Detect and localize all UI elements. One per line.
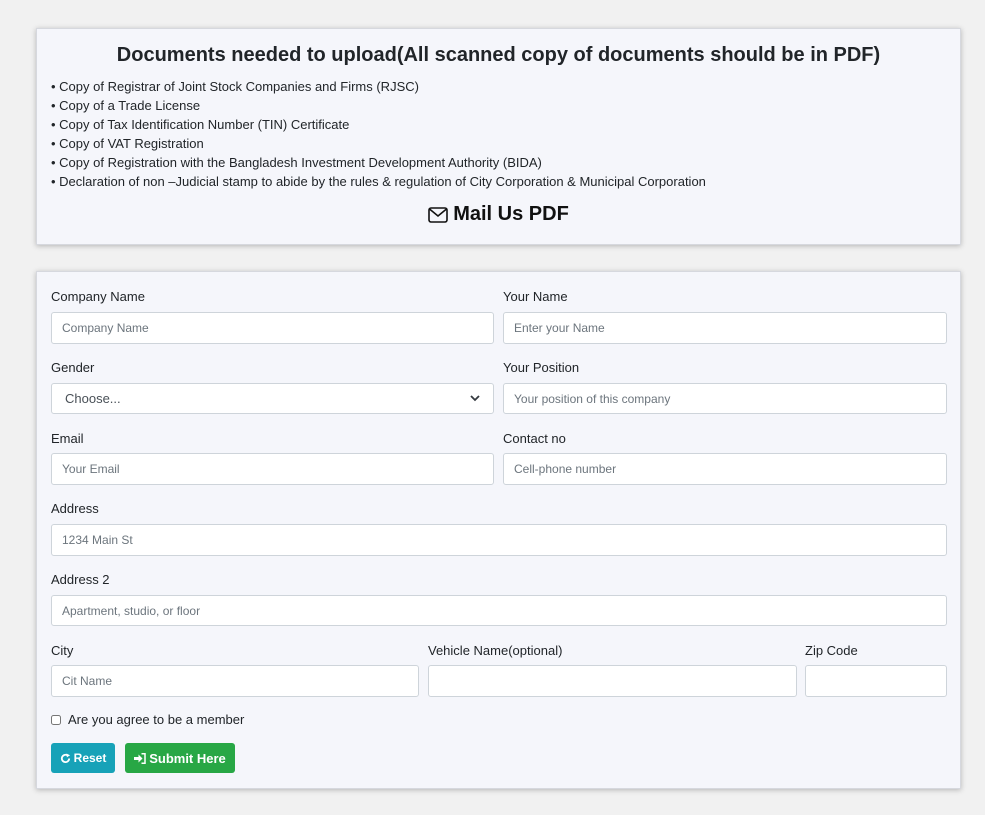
zip-input[interactable] <box>805 665 947 697</box>
sign-in-icon <box>134 752 146 764</box>
email-label: Email <box>51 431 84 446</box>
address2-input[interactable] <box>51 595 947 626</box>
address-input[interactable] <box>51 524 947 556</box>
vehicle-input[interactable] <box>428 665 797 697</box>
submit-label: Submit Here <box>149 750 226 766</box>
documents-card: Documents needed to upload(All scanned c… <box>36 28 961 245</box>
chevron-down-icon <box>470 395 480 402</box>
contact-label: Contact no <box>503 431 566 446</box>
position-label: Your Position <box>503 360 580 375</box>
address-label: Address <box>51 501 99 516</box>
documents-list: Copy of Registrar of Joint Stock Compani… <box>51 77 946 191</box>
vehicle-label: Vehicle Name(optional) <box>428 643 563 658</box>
city-label: City <box>51 643 74 658</box>
refresh-icon <box>60 752 70 763</box>
email-input[interactable] <box>51 453 494 485</box>
documents-title: Documents needed to upload(All scanned c… <box>116 44 881 66</box>
member-checkbox-row[interactable]: Are you agree to be a member <box>51 712 244 727</box>
document-item: Copy of Tax Identification Number (TIN) … <box>51 115 946 134</box>
document-item: Copy of VAT Registration <box>51 134 946 153</box>
company-name-input[interactable] <box>51 312 494 344</box>
city-input[interactable] <box>51 665 419 697</box>
mail-us-label: Mail Us PDF <box>453 203 569 225</box>
document-item: Copy of Registrar of Joint Stock Compani… <box>51 77 946 96</box>
gender-label: Gender <box>51 360 95 375</box>
document-item: Copy of Registration with the Bangladesh… <box>51 153 946 172</box>
reset-button[interactable]: Reset <box>51 743 115 773</box>
company-name-label: Company Name <box>51 289 145 304</box>
submit-button[interactable]: Submit Here <box>125 743 235 773</box>
member-checkbox-label: Are you agree to be a member <box>68 712 245 727</box>
contact-input[interactable] <box>503 453 947 485</box>
document-item: Copy of a Trade License <box>51 96 946 115</box>
member-checkbox[interactable] <box>51 714 61 725</box>
reset-label: Reset <box>73 751 107 765</box>
position-input[interactable] <box>503 383 947 414</box>
gender-select[interactable]: Choose... <box>51 383 494 414</box>
envelope-icon <box>428 206 449 223</box>
address2-label: Address 2 <box>51 572 110 587</box>
registration-form: Company Name Your Name Gender Choose... … <box>36 271 961 789</box>
your-name-input[interactable] <box>503 312 947 344</box>
document-item: Declaration of non –Judicial stamp to ab… <box>51 172 946 191</box>
zip-label: Zip Code <box>805 643 858 658</box>
your-name-label: Your Name <box>503 289 568 304</box>
mail-us-link[interactable]: Mail Us PDF <box>51 203 946 226</box>
gender-selected-value: Choose... <box>65 391 121 406</box>
